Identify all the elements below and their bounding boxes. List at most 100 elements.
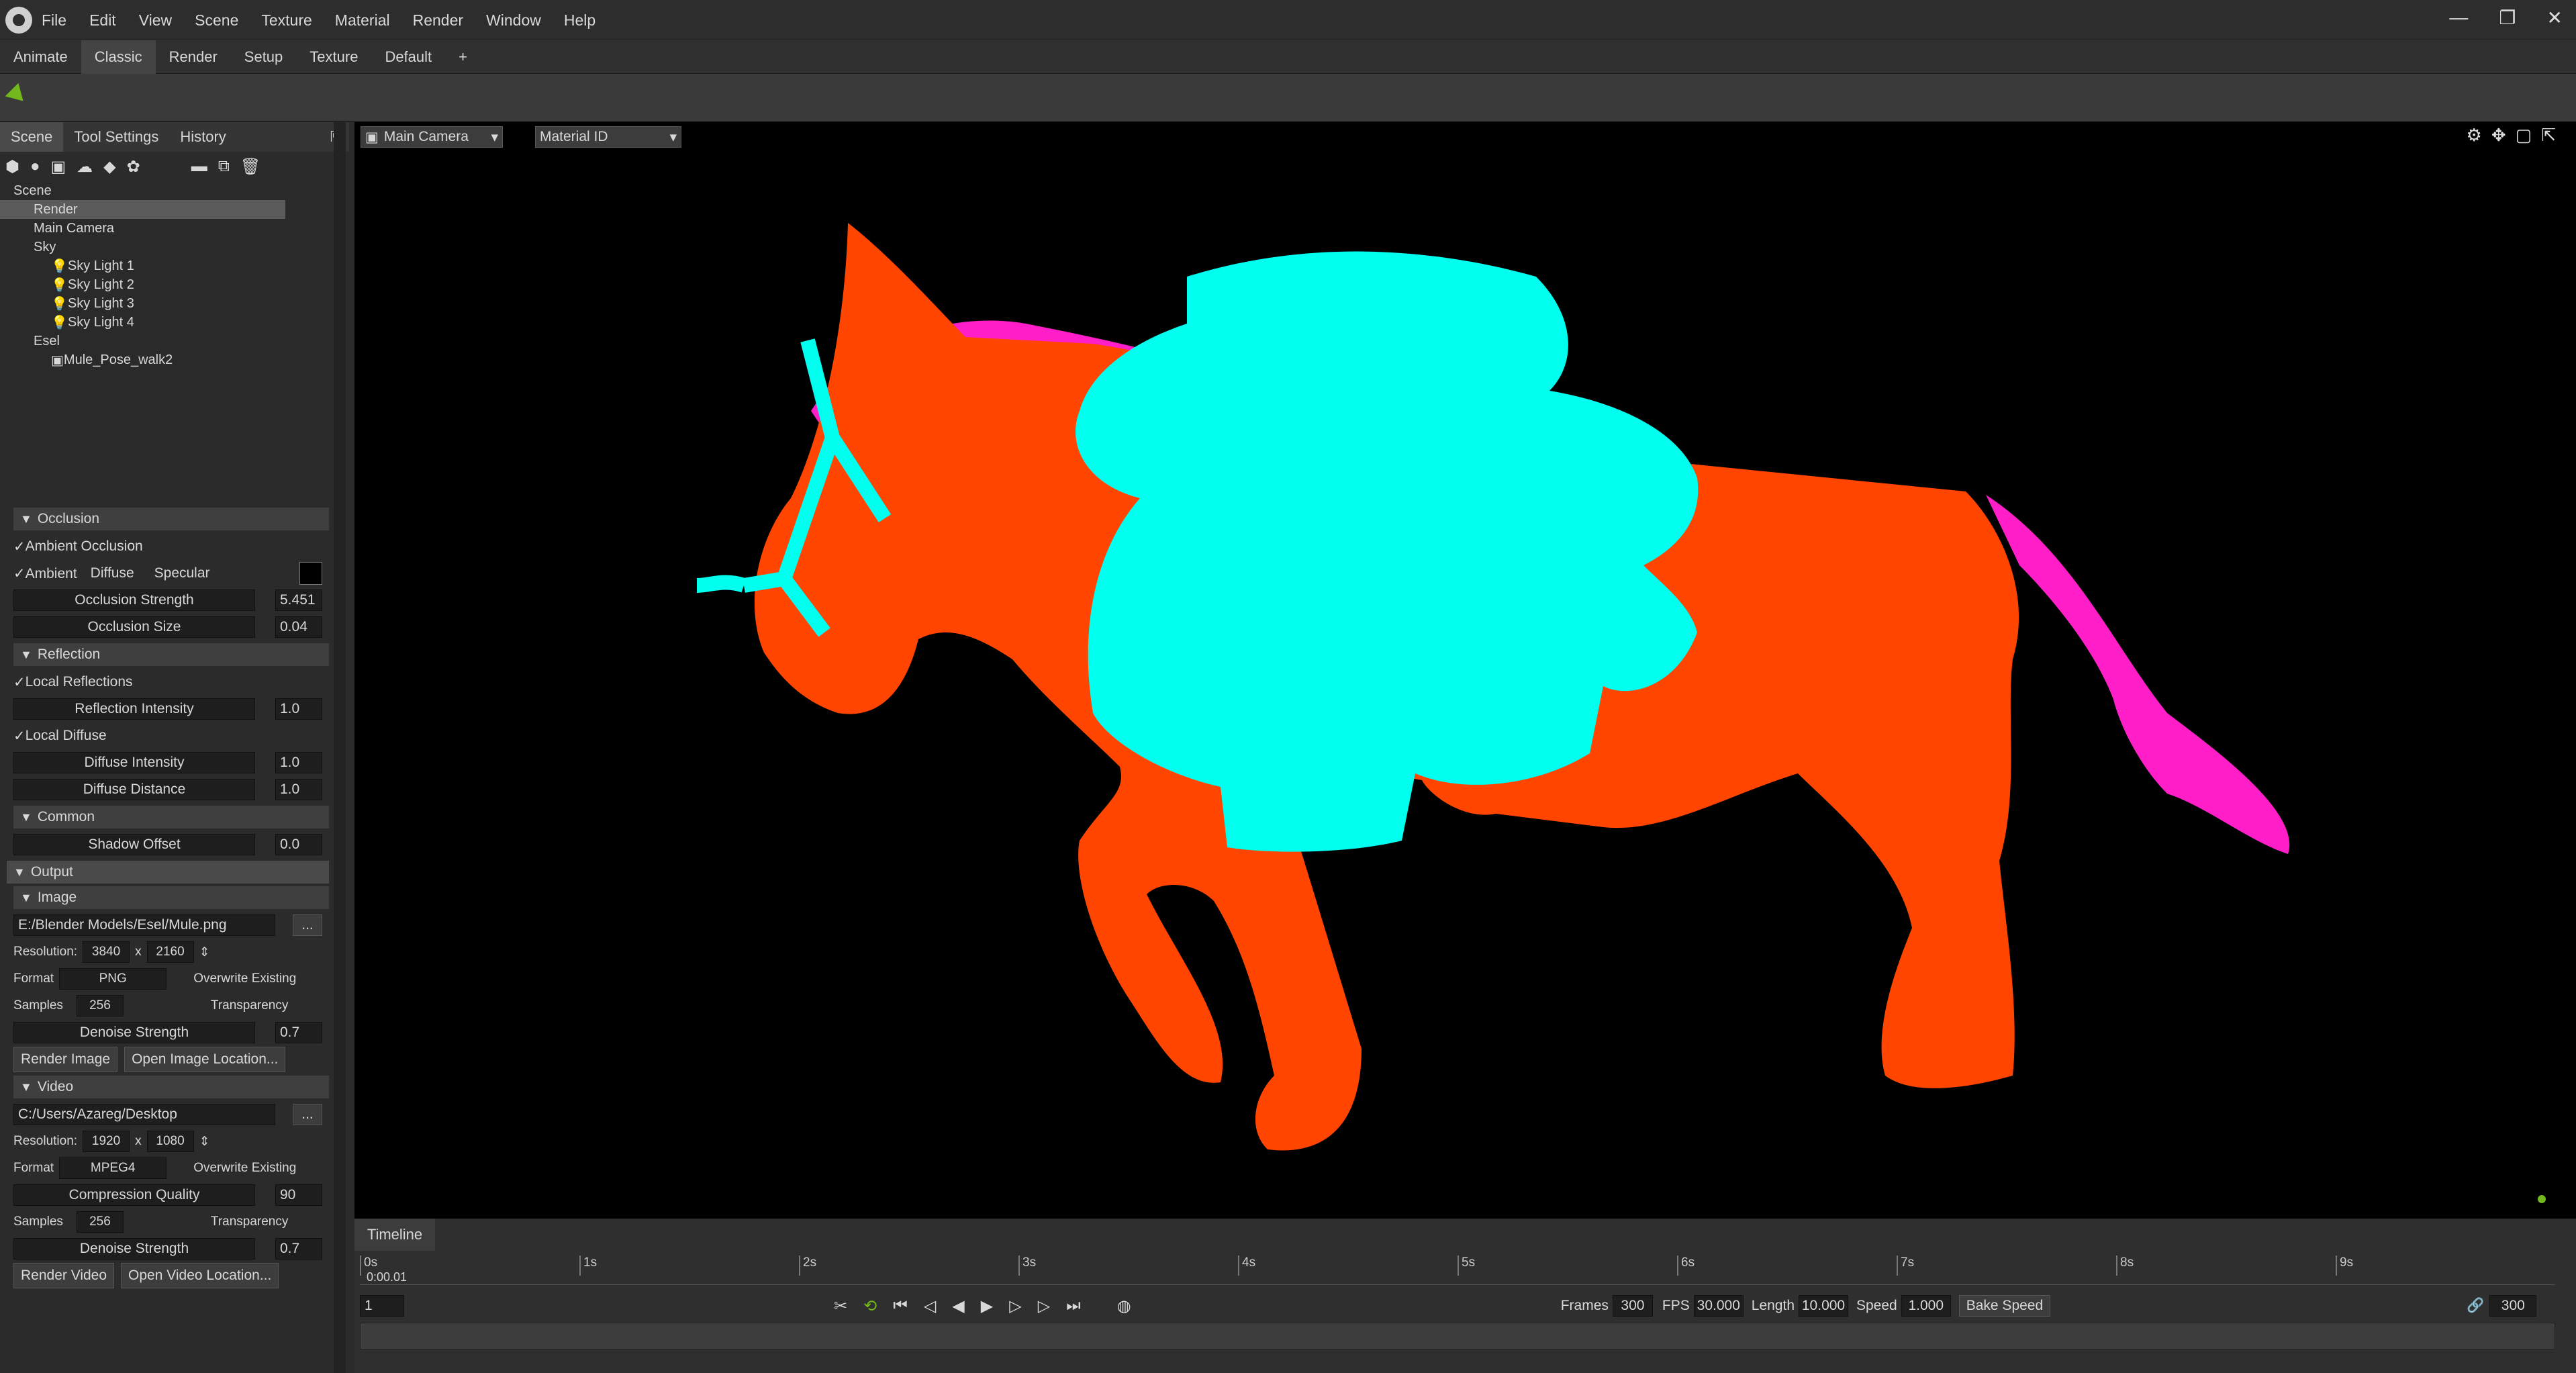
occlusion-color-swatch[interactable] [299, 562, 322, 585]
loop-icon[interactable]: ⟲ [863, 1296, 877, 1316]
open-video-location-button[interactable]: Open Video Location... [121, 1263, 279, 1288]
frame-icon[interactable]: ▢ [2516, 125, 2532, 146]
render-mode-select[interactable]: Material ID ▾ [535, 126, 681, 148]
local-diffuse-checkbox[interactable]: ✓ Local Diffuse [13, 722, 329, 749]
tab-animate[interactable]: Animate [0, 40, 81, 74]
tab-scene[interactable]: Scene [0, 122, 64, 152]
add-shape-icon[interactable]: ◆ [103, 157, 115, 177]
occlusion-strength-value[interactable]: 5.451 [275, 589, 322, 611]
add-workspace-button[interactable]: + [445, 40, 481, 74]
tree-item-sky-light-4[interactable]: 💡 Sky Light 4 [0, 313, 332, 332]
tab-history[interactable]: History [169, 122, 236, 152]
diffuse-intensity-slider[interactable]: Diffuse Intensity [13, 752, 255, 773]
shadow-offset-slider[interactable]: Shadow Offset [13, 834, 255, 855]
ambient-checkbox[interactable]: ✓Ambient [13, 565, 77, 582]
browse-video-button[interactable]: ... [293, 1104, 322, 1125]
output-header[interactable]: ▼ Output [7, 861, 329, 884]
menu-material[interactable]: Material [335, 11, 390, 30]
next-frame-icon[interactable]: ▷ [1009, 1296, 1021, 1316]
bake-speed-button[interactable]: Bake Speed [1958, 1295, 2051, 1317]
link-icon[interactable]: 🔗 [2467, 1298, 2484, 1314]
image-format-select[interactable]: PNG [59, 968, 167, 990]
tree-item-scene[interactable]: Scene [0, 181, 332, 200]
play-icon[interactable]: ▶ [981, 1296, 993, 1316]
left-panel-scrollbar[interactable] [334, 122, 346, 1373]
timeline-track[interactable] [360, 1323, 2555, 1350]
image-denoise-slider[interactable]: Denoise Strength [13, 1022, 255, 1043]
tab-classic[interactable]: Classic [81, 40, 156, 74]
popout-icon[interactable]: ⇱ [2541, 125, 2556, 146]
browse-image-button[interactable]: ... [293, 914, 322, 936]
tree-item-mule[interactable]: ▣ Mule_Pose_walk2 [0, 350, 332, 369]
delete-icon[interactable]: 🗑 [240, 157, 260, 177]
shadow-offset-value[interactable]: 0.0 [275, 834, 322, 855]
occlusion-header[interactable]: ▼ Occlusion [13, 508, 329, 530]
render-video-button[interactable]: Render Video [13, 1263, 115, 1288]
image-path-field[interactable]: E:/Blender Models/Esel/Mule.png [13, 914, 275, 936]
tree-item-esel[interactable]: Esel [0, 332, 332, 350]
add-object-icon[interactable]: ⬢ [5, 157, 19, 177]
image-denoise-value[interactable]: 0.7 [275, 1022, 322, 1043]
step-back-icon[interactable]: ◁ [924, 1296, 936, 1316]
add-light-icon[interactable]: ● [30, 157, 40, 176]
skip-start-icon[interactable]: ⏮ [893, 1296, 908, 1316]
add-sky-icon[interactable]: ☁ [77, 157, 93, 177]
diffuse-distance-value[interactable]: 1.0 [275, 779, 322, 800]
current-frame-field[interactable]: 1 [360, 1295, 404, 1317]
menu-edit[interactable]: Edit [89, 11, 116, 30]
diffuse-distance-slider[interactable]: Diffuse Distance [13, 779, 255, 800]
video-format-select[interactable]: MPEG4 [59, 1157, 167, 1179]
tab-texture[interactable]: Texture [296, 40, 371, 74]
folder-icon[interactable]: ▬ [191, 157, 207, 176]
image-height-field[interactable]: 2160 [146, 941, 194, 963]
speed-dial-icon[interactable]: ◍ [1117, 1296, 1131, 1316]
menu-render[interactable]: Render [413, 11, 463, 30]
transparency-checkbox[interactable]: Transparency [211, 1215, 288, 1229]
tree-item-sky-light-1[interactable]: 💡 Sky Light 1 [0, 256, 332, 275]
overwrite-existing-checkbox[interactable]: Overwrite Existing [193, 972, 296, 986]
video-width-field[interactable]: 1920 [83, 1131, 130, 1152]
render-viewport[interactable] [354, 122, 2576, 1219]
tree-item-sky[interactable]: Sky [0, 238, 332, 256]
tab-default[interactable]: Default [371, 40, 445, 74]
tab-tool-settings[interactable]: Tool Settings [63, 122, 169, 152]
video-samples-field[interactable]: 256 [76, 1211, 124, 1233]
diffuse-option[interactable]: Diffuse [91, 565, 134, 581]
reflection-intensity-value[interactable]: 1.0 [275, 698, 322, 720]
menu-file[interactable]: File [42, 11, 66, 30]
add-material-icon[interactable]: ✿ [127, 157, 140, 177]
specular-option[interactable]: Specular [154, 565, 210, 581]
menu-view[interactable]: View [139, 11, 172, 30]
tree-item-sky-light-2[interactable]: 💡 Sky Light 2 [0, 275, 332, 294]
transparency-checkbox[interactable]: Transparency [211, 998, 288, 1013]
resolution-stepper-icon[interactable]: ⇕ [199, 1134, 210, 1149]
menu-help[interactable]: Help [564, 11, 595, 30]
camera-select[interactable]: ▣ Main Camera ▾ [361, 126, 503, 148]
image-samples-field[interactable]: 256 [76, 995, 124, 1016]
gear-icon[interactable]: ⚙ [2467, 125, 2482, 146]
restore-icon[interactable]: ❐ [2499, 7, 2516, 29]
close-icon[interactable]: ✕ [2547, 7, 2563, 29]
compression-quality-value[interactable]: 90 [275, 1184, 322, 1206]
video-header[interactable]: ▼ Video [13, 1076, 329, 1098]
end-frame-field[interactable]: 300 [2489, 1295, 2537, 1317]
local-reflections-checkbox[interactable]: ✓ Local Reflections [13, 669, 329, 696]
select-tool-icon[interactable] [5, 83, 30, 108]
diffuse-intensity-value[interactable]: 1.0 [275, 752, 322, 773]
occlusion-strength-slider[interactable]: Occlusion Strength [13, 589, 255, 611]
reflection-intensity-slider[interactable]: Reflection Intensity [13, 698, 255, 720]
image-width-field[interactable]: 3840 [83, 941, 130, 963]
common-header[interactable]: ▼ Common [13, 806, 329, 828]
occlusion-size-value[interactable]: 0.04 [275, 616, 322, 638]
menu-scene[interactable]: Scene [195, 11, 238, 30]
duplicate-icon[interactable]: ⧉ [218, 157, 230, 176]
scissors-icon[interactable]: ✂ [834, 1296, 847, 1316]
render-image-button[interactable]: Render Image [13, 1047, 118, 1072]
speed-field[interactable]: 1.000 [1901, 1295, 1951, 1317]
video-denoise-value[interactable]: 0.7 [275, 1238, 322, 1260]
tab-render[interactable]: Render [156, 40, 231, 74]
video-denoise-slider[interactable]: Denoise Strength [13, 1238, 255, 1260]
video-path-field[interactable]: C:/Users/Azareg/Desktop [13, 1104, 275, 1125]
length-field[interactable]: 10.000 [1799, 1295, 1848, 1317]
step-forward-icon[interactable]: ▷ [1038, 1296, 1050, 1316]
